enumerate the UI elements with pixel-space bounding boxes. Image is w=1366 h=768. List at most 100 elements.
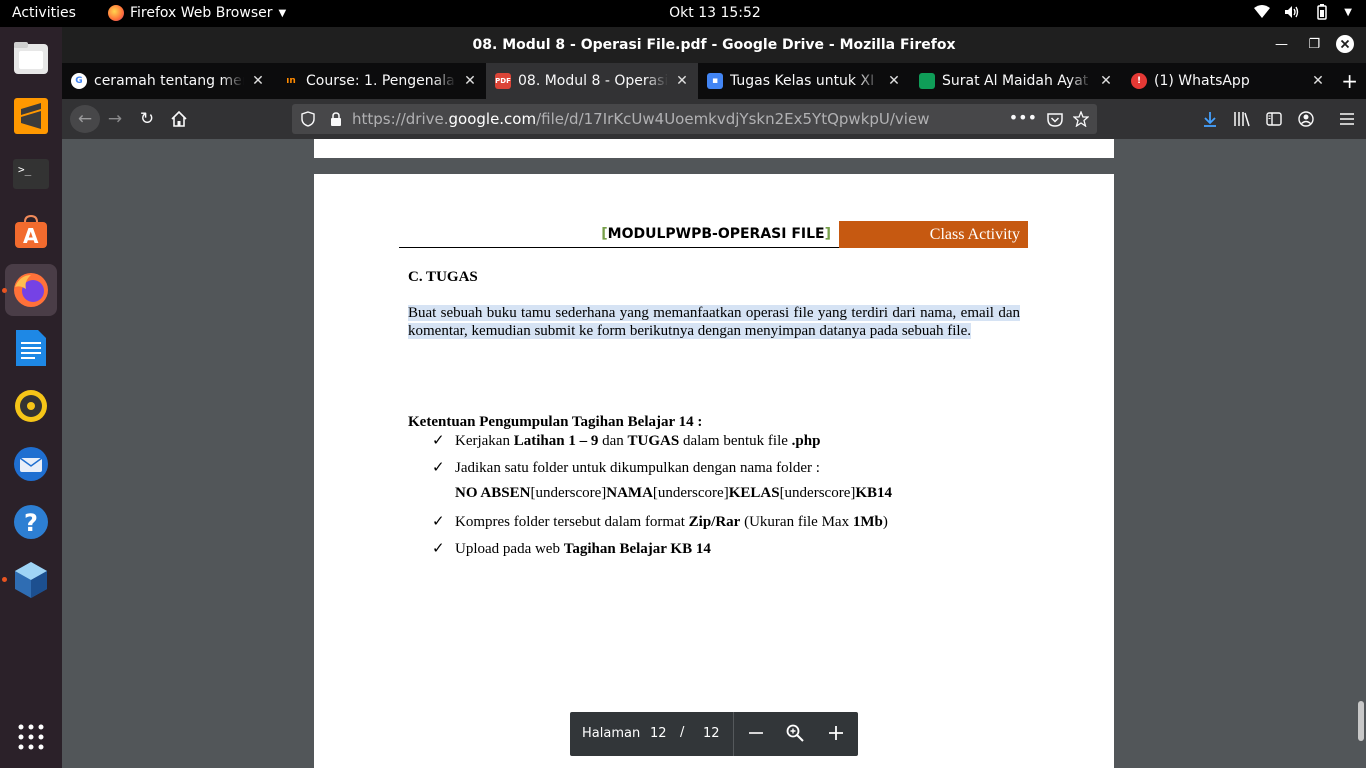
close-icon[interactable]: ✕ [1098,73,1114,89]
maximize-button[interactable]: ❐ [1308,27,1320,63]
clock[interactable]: Okt 13 15:52 [0,5,1366,21]
close-icon[interactable]: ✕ [674,73,690,89]
battery-icon [1317,4,1328,20]
chevron-down-icon: ▼ [1344,6,1352,18]
dock-files[interactable] [5,32,57,84]
dock: >_ A ? [0,27,62,768]
show-applications[interactable] [5,711,57,763]
req-text: [underscore] [530,485,607,501]
tab-whatsapp[interactable]: ! (1) WhatsApp ✕ [1122,63,1334,99]
req-bold: Zip/Rar [688,514,741,530]
task-text: Buat sebuah buku tamu sederhana yang mem… [408,305,1020,339]
dock-help[interactable]: ? [5,496,57,548]
title-bar: 08. Modul 8 - Operasi File.pdf - Google … [62,27,1366,63]
zoom-in-button[interactable] [824,721,848,746]
check-icon: ✓ [432,433,445,449]
shield-icon[interactable] [301,111,315,127]
back-button[interactable]: ← [70,105,100,133]
tab-label: (1) WhatsApp [1154,73,1250,89]
files-icon [14,42,48,74]
tab-modul-8[interactable]: PDF 08. Modul 8 - Operasi File ✕ [486,63,698,99]
system-top-bar: Activities Firefox Web Browser ▼ Okt 13 … [0,0,1366,27]
page-actions-icon[interactable]: ••• [1009,108,1037,127]
dock-software[interactable]: A [5,206,57,258]
req-bold: NAMA [606,485,653,501]
close-icon[interactable]: ✕ [1310,73,1326,89]
dock-writer[interactable] [5,322,57,374]
tab-course[interactable]: ın Course: 1. Pengenalan ✕ [274,63,486,99]
virtualbox-icon [15,562,47,598]
volume-icon [1285,6,1299,18]
pdf-viewer[interactable]: [MODULPWPB-OPERASI FILE] Class Activity … [62,139,1366,768]
requirement-item: ✓ Upload pada web Tagihan Belajar KB 14 [432,539,711,558]
req-text: [underscore] [652,485,729,501]
zoom-out-button[interactable] [744,721,768,746]
req-bold: KB14 [855,485,893,501]
dock-terminal[interactable]: >_ [5,148,57,200]
terminal-icon: >_ [13,159,49,189]
total-pages: 12 [703,726,720,741]
page-label: Halaman [582,726,641,741]
star-icon[interactable] [1073,111,1089,127]
task-paragraph: Buat sebuah buku tamu sederhana yang mem… [408,304,1020,340]
dock-rhythmbox[interactable] [5,380,57,432]
req-text: [underscore] [779,485,856,501]
reload-button[interactable]: ↻ [135,107,159,131]
forward-button[interactable]: → [103,107,127,131]
header-rule [399,247,839,248]
thunderbird-icon [14,447,48,481]
system-tray[interactable]: ▼ [1254,4,1352,20]
hamburger-menu-icon[interactable] [1339,112,1355,126]
account-icon[interactable] [1298,111,1314,127]
minus-icon [749,732,763,734]
req-bold: Latihan 1 – 9 [513,433,599,449]
svg-text:>_: >_ [18,163,32,176]
course-icon: ın [286,76,296,86]
new-tab-button[interactable]: + [1341,69,1358,93]
dock-thunderbird[interactable] [5,438,57,490]
tab-ceramah[interactable]: G ceramah tentang menanam ✕ [62,63,274,99]
wifi-icon [1254,5,1271,18]
dock-firefox[interactable] [5,264,57,316]
classroom-icon: ▪ [707,73,723,89]
tab-bar: G ceramah tentang menanam ✕ ın Course: 1… [62,63,1366,99]
minimize-button[interactable]: — [1275,27,1288,63]
previous-page [314,139,1114,158]
sidebar-icon[interactable] [1266,112,1282,126]
close-icon[interactable]: ✕ [886,73,902,89]
url-rest: /file/d/17IrKcUw4UoemkvdjYskn2Ex5YtQpwkp… [536,110,930,128]
page-separator: / [680,725,685,740]
home-button[interactable] [167,107,191,131]
close-icon[interactable]: ✕ [250,73,266,89]
req-text: Kompres folder tersebut dalam format [455,514,689,530]
firefox-icon [14,273,48,307]
dock-virtualbox[interactable] [5,554,57,606]
current-page-input[interactable]: 12 [650,726,667,741]
pocket-icon[interactable] [1047,112,1063,127]
req-bold: Tagihan Belajar KB 14 [563,541,711,557]
library-icon[interactable] [1233,111,1251,127]
dock-sublime-text[interactable] [5,90,57,142]
close-icon[interactable]: ✕ [462,73,478,89]
lock-icon[interactable] [330,112,342,126]
tab-label: Course: 1. Pengenalan [306,73,456,89]
requirement-item: ✓ Kompres folder tersebut dalam format Zi… [432,512,888,531]
req-bold: 1Mb [852,514,883,530]
req-bold: .php [791,433,821,449]
class-activity-badge: Class Activity [839,221,1028,248]
tab-label: Surat Al Maidah Ayat 48 [942,73,1092,89]
rhythmbox-icon [15,390,47,422]
url-bar[interactable]: https://drive.google.com/file/d/17IrKcUw… [292,104,1097,134]
zoom-fit-button[interactable] [783,721,807,747]
download-icon[interactable] [1202,111,1218,127]
bracket-close: ] [824,226,831,242]
running-indicator [2,288,7,293]
quran-site-icon [919,73,935,89]
pdf-icon: PDF [495,73,511,89]
tab-tugas-kelas[interactable]: ▪ Tugas Kelas untuk XI RPL ✕ [698,63,910,99]
check-icon: ✓ [432,514,445,530]
tab-surat[interactable]: Surat Al Maidah Ayat 48 ✕ [910,63,1122,99]
magnifier-icon [786,724,804,742]
scrollbar-thumb[interactable] [1358,701,1364,741]
close-window-button[interactable] [1336,26,1354,62]
